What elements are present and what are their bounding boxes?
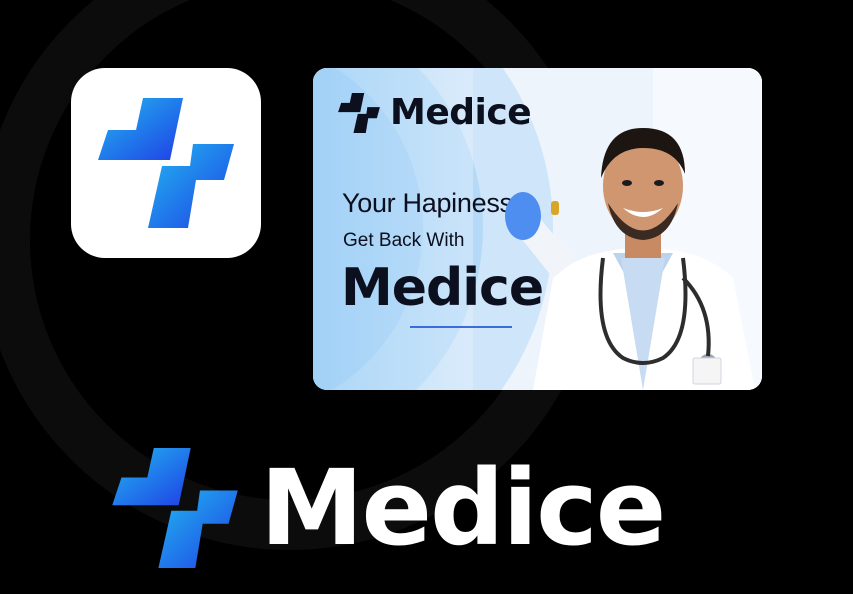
medice-cross-logo-icon — [98, 98, 234, 228]
brand-wordmark-text: Medice — [260, 447, 666, 569]
promo-banner: Medice Your Hapiness Get Back With Medic… — [313, 68, 762, 390]
medice-cross-logo-icon — [338, 92, 380, 133]
banner-subheadline: Get Back With — [343, 230, 465, 251]
banner-headline: Your Hapiness — [342, 188, 513, 218]
app-icon-tile — [71, 68, 261, 258]
doctor-image — [505, 128, 755, 390]
medice-cross-logo-icon — [112, 448, 238, 568]
brand-wordmark: Medice — [112, 447, 666, 569]
